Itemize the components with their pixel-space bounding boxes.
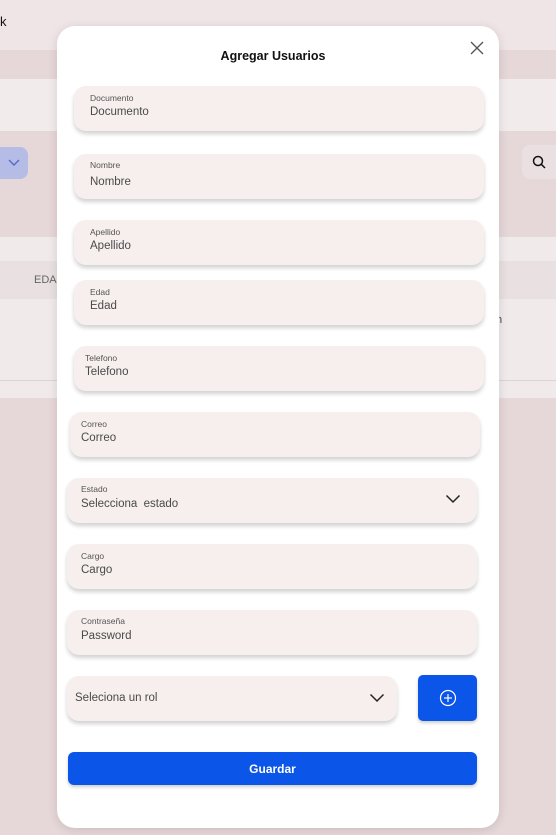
edad-label: Edad [90,287,110,297]
nombre-field[interactable]: Nombre Nombre [74,154,484,199]
password-input[interactable]: Password [81,630,132,642]
cargo-input[interactable]: Cargo [81,564,112,576]
telefono-label: Telefono [85,353,118,363]
apellido-label: Apellido [90,227,121,237]
documento-label: Documento [90,93,134,103]
role-select-value: Seleciona un rol [75,692,158,704]
correo-field[interactable]: Correo Correo [70,412,480,457]
role-select[interactable]: Seleciona un rol [67,676,397,721]
password-field[interactable]: Contraseña Password [67,610,477,655]
modal-title: Agregar Usuarios [220,49,326,63]
nombre-label: Nombre [90,160,121,170]
add-role-button[interactable] [418,675,477,721]
correo-label: Correo [81,419,107,429]
documento-input[interactable]: Documento [90,106,149,118]
edad-field[interactable]: Edad Edad [74,280,484,325]
add-user-modal: Agregar Usuarios Documento Documento Nom… [57,26,499,828]
apellido-field[interactable]: Apellido Apellido [74,220,484,265]
close-icon [470,41,484,55]
cargo-label: Cargo [81,551,105,561]
estado-label: Estado [81,484,108,494]
chevron-down-icon [369,693,385,703]
telefono-field[interactable]: Telefono Telefono [74,346,484,391]
telefono-input[interactable]: Telefono [85,366,128,378]
close-button[interactable] [469,40,485,56]
search-icon [532,155,546,169]
background-filter-select [0,147,28,179]
cargo-field[interactable]: Cargo Cargo [67,544,477,589]
nombre-input[interactable]: Nombre [90,176,131,188]
save-button[interactable]: Guardar [68,752,477,785]
plus-circle-icon [439,689,456,707]
documento-field[interactable]: Documento Documento [74,86,484,131]
correo-input[interactable]: Correo [81,432,116,444]
password-label: Contraseña [81,616,125,626]
chevron-down-icon [8,159,20,166]
chevron-down-icon [445,494,461,504]
background-search-button [522,145,556,179]
background-topbar-text: k [0,14,7,29]
apellido-input[interactable]: Apellido [90,240,131,252]
estado-value: Selecciona estado [81,498,179,510]
edad-input[interactable]: Edad [90,300,117,312]
estado-select[interactable]: Estado Selecciona estado [67,478,477,523]
